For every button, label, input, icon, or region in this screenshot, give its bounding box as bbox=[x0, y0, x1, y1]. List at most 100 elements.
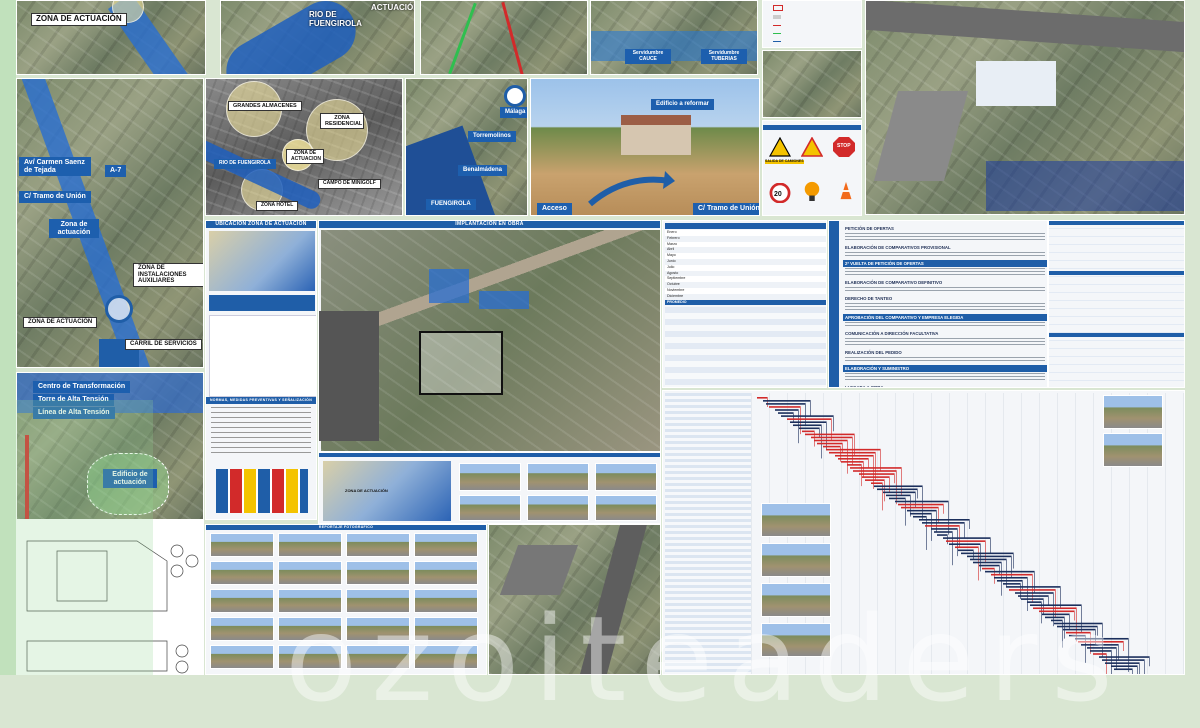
label-grandes-almacenes: GRANDES ALMACENES bbox=[228, 101, 302, 112]
gantt-bar bbox=[1093, 653, 1106, 655]
procurement-step-text bbox=[845, 268, 1045, 277]
actuacion-target bbox=[105, 295, 133, 323]
normas-text bbox=[211, 407, 311, 453]
label-benalmadena: Benalmádena bbox=[458, 165, 508, 176]
procurement-step-title: LLEGADA A OBRA bbox=[845, 385, 884, 388]
gantt-bar bbox=[1111, 665, 1137, 667]
gantt-bar bbox=[1063, 628, 1095, 631]
gantt-bar bbox=[934, 531, 952, 533]
gantt-bar bbox=[1102, 659, 1144, 661]
timeline-bar bbox=[829, 221, 839, 387]
gantt-bar bbox=[1015, 592, 1053, 594]
gantt-bar bbox=[823, 445, 840, 448]
gantt-bar bbox=[853, 470, 896, 472]
label-tramo-union-photo: C/ Tramo de Unión bbox=[693, 203, 759, 215]
procurement-step-title: COMUNICACIÓN A DIRECCIÓN FACULTATIVA bbox=[845, 331, 939, 336]
report-photo bbox=[414, 617, 478, 641]
board-tables: Enero Febrero Marzo Abril Mayo Junio Julio Agos… bbox=[662, 220, 827, 388]
gantt-link bbox=[1006, 558, 1007, 587]
safety-signs-grid bbox=[216, 469, 308, 513]
gantt-link bbox=[894, 473, 895, 484]
label-zona-hotel: ZONA HOTEL bbox=[256, 201, 299, 211]
gantt-bars bbox=[757, 397, 1150, 674]
gantt-bar bbox=[937, 534, 947, 536]
procurement-steps: PETICIÓN DE OFERTAS ELABORACIÓN DE COMPAR… bbox=[843, 223, 1047, 388]
gantt-link bbox=[1144, 659, 1145, 674]
label-servidumbre-cauce: Servidumbre CAUCE bbox=[625, 49, 671, 64]
stop-text: STOP bbox=[837, 143, 851, 149]
procurement-step-title: DERECHO DE TANTEO bbox=[845, 296, 893, 301]
gantt-bar bbox=[1021, 598, 1043, 600]
legend-line-green bbox=[773, 33, 781, 34]
gantt-bar bbox=[793, 424, 821, 427]
gantt-link bbox=[901, 467, 902, 496]
malaga-marker bbox=[504, 85, 526, 107]
procurement-step-text bbox=[845, 322, 1045, 328]
gantt-bar bbox=[1042, 613, 1069, 616]
gantt-bar bbox=[790, 421, 826, 423]
storage-zone bbox=[479, 291, 529, 309]
report-photo bbox=[210, 533, 274, 557]
months-header bbox=[665, 223, 826, 229]
procurement-step-text bbox=[845, 233, 1045, 242]
coast-strip bbox=[209, 295, 315, 311]
gantt-bar bbox=[766, 403, 805, 405]
gantt-link bbox=[978, 546, 979, 581]
gantt-bar bbox=[985, 570, 1034, 573]
map-rio-fuengirola: RIO DE FUENGIROLA ACTUACIÓN bbox=[220, 0, 415, 75]
gantt-link bbox=[969, 519, 970, 529]
gantt-link bbox=[1097, 625, 1098, 636]
gantt-link bbox=[980, 543, 981, 572]
gantt-bar bbox=[1039, 610, 1074, 613]
parking-area bbox=[873, 91, 969, 181]
report-photo bbox=[346, 645, 410, 669]
signage-panel: STOP SALIDA DE CAMIONES 20 bbox=[762, 120, 862, 216]
gantt-link bbox=[994, 567, 995, 584]
procurement-step-title: ELABORACIÓN DE COMPARATIVO DEFINITIVO bbox=[845, 280, 943, 285]
gantt-bar bbox=[1105, 662, 1139, 664]
procurement-step-title: APROBACIÓN DEL COMPARATIVO Y EMPRESA ELE… bbox=[843, 314, 1047, 321]
gantt-bar bbox=[1009, 589, 1055, 591]
gantt-bar bbox=[946, 540, 985, 542]
gantt-link bbox=[1074, 610, 1075, 621]
label-rio-fuengirola-map: RIO DE FUENGIROLA bbox=[214, 159, 276, 169]
board-normas-title: NORMAS, MEDIDAS PREVENTIVAS Y SEÑALIZACI… bbox=[206, 397, 316, 404]
gantt-link bbox=[931, 512, 932, 541]
gantt-bar bbox=[1033, 607, 1076, 610]
signage-header bbox=[763, 125, 861, 130]
legend-table bbox=[209, 315, 316, 397]
gantt-bar bbox=[829, 451, 875, 454]
report-photo bbox=[414, 589, 478, 613]
procurement-step-title: REALIZACIÓN DEL PEDIDO bbox=[845, 350, 902, 355]
obras-icon bbox=[801, 137, 823, 157]
board-ubicacion: UBICACIÓN ZONA DE ACTUACIÓN NORMAS, MEDI… bbox=[205, 220, 317, 520]
gantt-bar bbox=[1075, 637, 1128, 640]
responsibilities-header bbox=[1049, 221, 1184, 225]
gantt-link bbox=[973, 549, 974, 560]
procurement-step-text bbox=[845, 373, 1045, 382]
gantt-bar bbox=[895, 500, 948, 503]
gantt-link bbox=[810, 400, 811, 417]
gantt-link bbox=[1137, 665, 1138, 674]
gantt-bar bbox=[871, 482, 882, 484]
gantt-bar bbox=[811, 436, 852, 439]
gantt-bar bbox=[1018, 595, 1048, 597]
gantt-bar bbox=[967, 555, 1011, 558]
gantt-link bbox=[952, 531, 953, 566]
gantt-bar bbox=[877, 488, 917, 491]
report-photo bbox=[414, 561, 478, 585]
gantt-bar bbox=[814, 439, 847, 442]
salida-camiones-icon bbox=[769, 137, 791, 157]
gantt-bar bbox=[931, 528, 957, 530]
gantt-bar bbox=[847, 464, 861, 466]
report-photo bbox=[346, 533, 410, 557]
gantt-link bbox=[1081, 604, 1082, 633]
gantt-bar bbox=[1003, 583, 1020, 585]
gantt-bar bbox=[901, 506, 938, 509]
gantt-bar bbox=[961, 552, 1013, 555]
gantt-bar bbox=[850, 467, 901, 469]
label-zona-actuacion-map: ZONA DE ACTUACION bbox=[286, 149, 324, 164]
gantt-bar bbox=[1066, 631, 1090, 634]
gantt-link bbox=[999, 564, 1000, 575]
gantt-bar bbox=[1090, 650, 1111, 652]
